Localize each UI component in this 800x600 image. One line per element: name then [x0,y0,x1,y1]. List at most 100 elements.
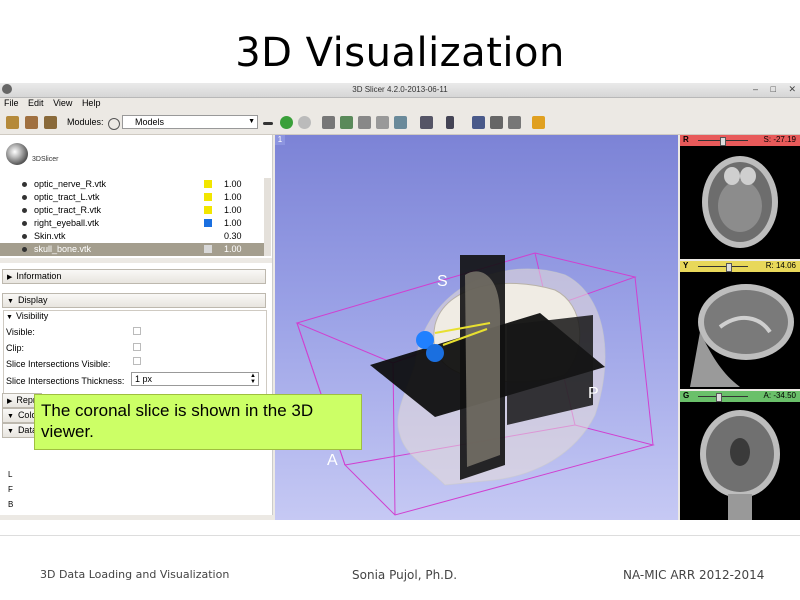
model-list: optic_nerve_R.vtk 1.00 optic_tract_L.vtk 1.… [0,178,264,256]
green-slice-view[interactable]: G A: -34.50 [680,391,800,520]
chevron-down-icon: ▼ [248,118,255,125]
model-row[interactable]: skull_bone.vtk 1.00 [0,243,264,256]
slice-intersections-visible-checkbox[interactable] [133,357,141,365]
axis-label-a: A [327,452,338,469]
model-color-swatch[interactable] [204,180,212,188]
3d-view-label[interactable]: 1 [275,135,285,145]
orientation-letter-l: L [8,470,13,479]
model-opacity[interactable]: 1.00 [224,244,242,254]
load-dicom-icon[interactable] [25,116,38,129]
coronal-image [700,410,780,520]
sagittal-image [690,284,794,387]
load-data-icon[interactable] [6,116,19,129]
eye-visibility-icon[interactable] [22,247,27,252]
model-list-scrollbar[interactable] [264,178,271,256]
eye-visibility-icon[interactable] [22,195,27,200]
volumes-icon[interactable] [394,116,407,129]
model-color-swatch[interactable] [204,206,212,214]
model-opacity[interactable]: 1.00 [224,218,242,228]
clip-label: Clip: [6,343,25,353]
model-opacity[interactable]: 1.00 [224,205,242,215]
save-icon[interactable] [44,116,57,129]
mouse-mode-icon[interactable] [446,116,454,129]
editor-icon[interactable] [376,116,389,129]
window-controls: – □ ✕ [743,84,796,95]
yellow-slice-track[interactable] [698,266,748,267]
panel-splitter[interactable] [0,258,272,263]
red-slice-slider[interactable] [720,137,726,146]
modules-label: Modules: [67,117,104,127]
model-row[interactable]: optic_tract_L.vtk 1.00 [0,191,264,204]
red-slice-controller[interactable]: R S: -27.19 [680,135,800,146]
slide-title: 3D Visualization [235,30,565,76]
models-icon[interactable] [340,116,353,129]
fiducial-icon[interactable] [532,116,545,129]
module-selected: Models [135,117,165,127]
eye-visibility-icon[interactable] [22,221,27,226]
model-opacity[interactable]: 1.00 [224,192,242,202]
module-selector[interactable]: Models ▼ [122,115,258,129]
model-color-swatch[interactable] [204,193,212,201]
module-panel: 3DSlicer optic_nerve_R.vtk 1.00 optic_trac… [0,135,274,520]
back-arrow-icon[interactable] [280,116,293,129]
view-layout-icon[interactable] [420,116,433,129]
yellow-slice-slider[interactable] [726,263,732,272]
collapse-arrow-icon: ▼ [7,298,14,305]
footer-right: NA-MIC ARR 2012-2014 [623,568,765,582]
module-history-icon[interactable] [263,122,273,125]
section-visibility[interactable]: ▼ Visibility [6,311,48,321]
scene-view-icon[interactable] [490,116,503,129]
maximize-icon[interactable]: □ [771,84,776,94]
red-slice-view[interactable]: R S: -27.19 [680,135,800,259]
menu-edit[interactable]: Edit [28,98,44,108]
model-name: optic_tract_R.vtk [34,205,102,215]
yellow-slice-offset: R: 14.06 [765,261,796,270]
axial-image [702,156,778,248]
green-slice-slider[interactable] [716,393,722,402]
menu-view[interactable]: View [53,98,72,108]
visible-checkbox[interactable] [133,327,141,335]
forward-arrow-icon[interactable] [298,116,311,129]
model-opacity[interactable]: 1.00 [224,179,242,189]
minimize-icon[interactable]: – [753,84,758,94]
clip-checkbox[interactable] [133,343,141,351]
model-row[interactable]: Skin.vtk 0.30 [0,230,264,243]
section-information[interactable]: ▶ Information [2,269,266,284]
model-color-swatch[interactable] [204,219,212,227]
transforms-icon[interactable] [358,116,371,129]
model-row[interactable]: optic_tract_R.vtk 1.00 [0,204,264,217]
model-color-swatch[interactable] [204,245,212,253]
window-titlebar: 3D Slicer 4.2.0-2013-06-11 – □ ✕ [0,83,800,98]
search-icon[interactable] [108,118,120,130]
eye-visibility-icon[interactable] [22,208,27,213]
yellow-slice-view[interactable]: Y R: 14.06 [680,261,800,389]
window-title: 3D Slicer 4.2.0-2013-06-11 [352,85,448,94]
close-icon[interactable]: ✕ [788,84,796,94]
layout-icon[interactable] [322,116,335,129]
model-color-swatch[interactable] [204,232,212,240]
extension-icon[interactable] [508,116,521,129]
red-slice-letter: R [683,135,689,144]
footer-center: Sonia Pujol, Ph.D. [352,568,458,582]
model-row[interactable]: optic_nerve_R.vtk 1.00 [0,178,264,191]
eye-visibility-icon[interactable] [22,182,27,187]
green-slice-track[interactable] [698,396,748,397]
menu-file[interactable]: File [4,98,19,108]
slice-intersections-thickness-label: Slice Intersections Thickness: [6,376,125,386]
screenshot-icon[interactable] [472,116,485,129]
menu-help[interactable]: Help [82,98,101,108]
3d-view[interactable]: 1 S P A I [275,135,678,520]
section-display[interactable]: ▼ Display [2,293,266,308]
green-slice-offset: A: -34.50 [763,391,796,400]
model-row[interactable]: right_eyeball.vtk 1.00 [0,217,264,230]
yellow-slice-controller[interactable]: Y R: 14.06 [680,261,800,272]
toolbar [0,112,800,135]
spinbox-arrows-icon[interactable]: ▲ ▼ [250,373,256,385]
slice-intersections-thickness-input[interactable]: 1 px ▲ ▼ [131,372,259,386]
green-slice-controller[interactable]: G A: -34.50 [680,391,800,402]
eye-visibility-icon[interactable] [22,234,27,239]
axis-label-s: S [437,273,448,290]
model-opacity[interactable]: 0.30 [224,231,242,241]
right-eyeball-model [426,344,444,362]
slice-intersections-visible-label: Slice Intersections Visible: [6,359,111,369]
